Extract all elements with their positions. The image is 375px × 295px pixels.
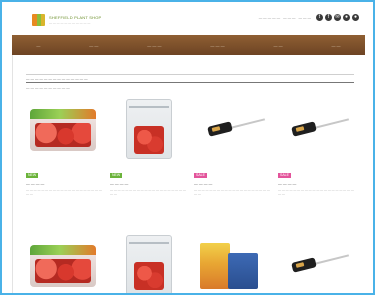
nav-item-4[interactable]: — — — (210, 43, 224, 48)
product-card[interactable] (110, 231, 186, 293)
main-nav-bar: — — — — — — — — — — — — — (12, 35, 365, 55)
product-card[interactable]: NEW — — — — — — — — — — — — — — — — — — … (110, 95, 186, 196)
product-image-orange-package[interactable] (194, 231, 270, 293)
product-badge: SALE (194, 173, 207, 178)
product-image-strawberry-tray[interactable] (26, 231, 102, 293)
product-image-pruning-tool[interactable] (194, 95, 270, 163)
product-description: — — — — — — — — — — — — — — — — — — — — … (278, 188, 354, 196)
tomatoes (134, 262, 164, 290)
pruning-tool (286, 254, 350, 273)
product-badge: NEW (26, 173, 39, 178)
product-card[interactable] (26, 231, 102, 293)
product-card[interactable] (194, 231, 270, 293)
orange-box (200, 243, 230, 289)
nav-item-6[interactable]: — — (331, 43, 340, 48)
product-name[interactable]: — — — — (194, 182, 270, 187)
breadcrumb-divider (26, 74, 354, 75)
tray-label (30, 109, 96, 119)
logo-subtitle: — — — — — — — — — — — (49, 21, 91, 25)
nav-item-3[interactable]: — — — (147, 43, 161, 48)
user-icon[interactable]: ● (352, 14, 359, 21)
product-card[interactable]: SALE — — — — — — — — — — — — — — — — — —… (194, 95, 270, 196)
cart-icon[interactable]: ● (343, 14, 350, 21)
blue-box (228, 253, 258, 289)
tray-package (30, 109, 96, 151)
product-badge: NEW (110, 173, 123, 178)
product-card[interactable]: SALE — — — — — — — — — — — — — — — — — —… (278, 95, 354, 196)
product-description: — — — — — — — — — — — — — — — — — — — — … (26, 188, 102, 196)
site-header: SHEFFIELD PLANT SHOP — — — — — — — — — —… (12, 8, 365, 32)
bag-zipper (129, 242, 169, 244)
product-name[interactable]: — — — — (110, 182, 186, 187)
product-image-strawberry-tray[interactable] (26, 95, 102, 163)
section-divider (26, 82, 354, 83)
logo-texts: SHEFFIELD PLANT SHOP — — — — — — — — — —… (49, 15, 101, 25)
bag-package (126, 99, 172, 159)
header-icons: t f ✉ ● ● (316, 14, 359, 21)
site-logo[interactable]: SHEFFIELD PLANT SHOP — — — — — — — — — —… (32, 14, 101, 26)
strawberries (35, 259, 91, 283)
main-content: — — — — — — — — — — — — — — — — — — — — … (12, 55, 365, 293)
logo-mark-icon (32, 14, 45, 26)
tomatoes (134, 126, 164, 154)
section-heading: — — — — — — — — — — (26, 76, 354, 90)
browser-frame: SHEFFIELD PLANT SHOP — — — — — — — — — —… (0, 0, 375, 295)
product-image-cherry-bag[interactable] (110, 231, 186, 293)
tray-package (30, 245, 96, 287)
header-links: — — — — — — — — — — — (259, 16, 311, 20)
product-description: — — — — — — — — — — — — — — — — — — — — … (194, 188, 270, 196)
twitter-icon[interactable]: t (316, 14, 323, 21)
product-description: — — — — — — — — — — — — — — — — — — — — … (110, 188, 186, 196)
pruning-tool (286, 118, 350, 137)
header-link-3[interactable]: — — — (299, 16, 311, 20)
bag-zipper (129, 106, 169, 108)
bag-package (126, 235, 172, 293)
facebook-icon[interactable]: f (325, 14, 332, 21)
product-image-pruning-tool[interactable] (278, 231, 354, 293)
nav-item-1[interactable]: — (36, 43, 40, 48)
strawberries (35, 123, 91, 147)
header-link-2[interactable]: — — — (283, 16, 295, 20)
nav-item-5[interactable]: — — (273, 43, 282, 48)
product-image-pruning-tool[interactable] (278, 95, 354, 163)
tray-label (30, 245, 96, 255)
header-utility: — — — — — — — — — — — t f ✉ ● ● (259, 14, 359, 21)
breadcrumb: — — — — — — — — — — — — — — (26, 67, 354, 81)
mail-icon[interactable]: ✉ (334, 14, 341, 21)
nav-item-2[interactable]: — — (89, 43, 98, 48)
product-card[interactable]: NEW — — — — — — — — — — — — — — — — — — … (26, 95, 102, 196)
product-image-cherry-bag[interactable] (110, 95, 186, 163)
product-badge: SALE (278, 173, 291, 178)
product-name[interactable]: — — — — (26, 182, 102, 187)
section-title: — — — — — — — — — — (26, 86, 70, 90)
logo-title: SHEFFIELD PLANT SHOP (49, 15, 102, 20)
product-name[interactable]: — — — — (278, 182, 354, 187)
pruning-tool (202, 118, 266, 137)
product-card[interactable] (278, 231, 354, 293)
header-link-1[interactable]: — — — — — (259, 16, 280, 20)
